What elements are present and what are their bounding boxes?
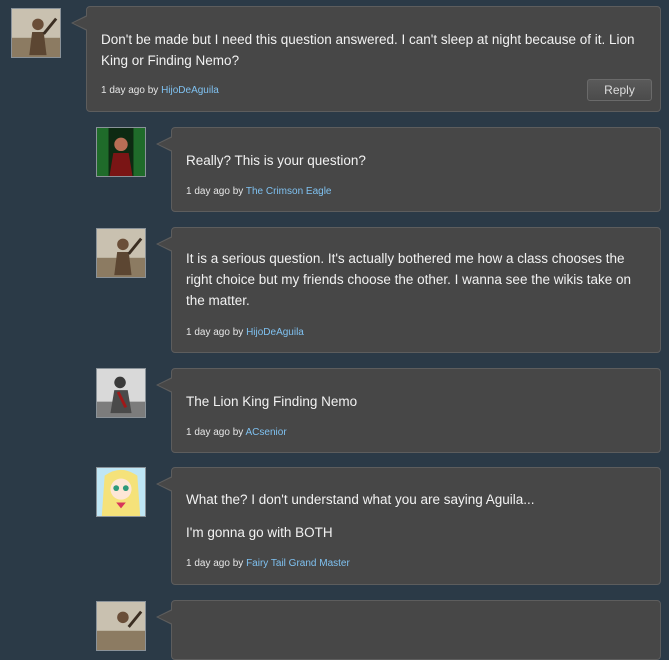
- avatar[interactable]: [96, 368, 146, 418]
- comment-paragraph: Really? This is your question?: [186, 153, 366, 168]
- user-avatar-icon: [97, 229, 145, 277]
- user-avatar-icon: [97, 128, 145, 176]
- comment-bubble: Really? This is your question? 1 day ago…: [156, 127, 661, 212]
- comment-text: The Lion King Finding Nemo: [186, 391, 646, 412]
- comment-by: by: [232, 186, 244, 197]
- comment-by: by: [232, 327, 244, 338]
- comment-bubble: It is a serious question. It's actually …: [156, 227, 661, 353]
- user-avatar-icon: [97, 468, 145, 516]
- comment-time: 1 day ago: [186, 558, 230, 569]
- comment-time: 1 day ago: [186, 327, 230, 338]
- comment-meta: 1 day ago by HijoDeAguila: [186, 327, 646, 338]
- comment-time: 1 day ago: [186, 427, 230, 438]
- comment-time: 1 day ago: [186, 186, 230, 197]
- comment-time: 1 day ago: [101, 85, 145, 96]
- avatar[interactable]: [96, 228, 146, 278]
- user-avatar-icon: [12, 9, 60, 57]
- comment-text: It is a serious question. It's actually …: [186, 248, 646, 311]
- comment-bubble: What the? I don't understand what you ar…: [156, 467, 661, 585]
- comment-paragraph: I'm gonna go with BOTH: [186, 525, 333, 540]
- comment-text: What the? I don't understand what you ar…: [186, 489, 646, 543]
- user-avatar-icon: [97, 369, 145, 417]
- comment-meta: 1 day ago by ACsenior: [186, 427, 646, 438]
- avatar[interactable]: [96, 467, 146, 517]
- comment-bubble: Don't be made but I need this question a…: [71, 6, 661, 112]
- comment-text: Don't be made but I need this question a…: [101, 29, 646, 71]
- user-avatar-icon: [97, 602, 145, 650]
- comment-by: by: [147, 85, 159, 96]
- author-link[interactable]: The Crimson Eagle: [246, 186, 332, 197]
- reply-button[interactable]: Reply: [587, 79, 652, 101]
- author-link[interactable]: Fairy Tail Grand Master: [246, 558, 350, 569]
- comment-paragraph: What the? I don't understand what you ar…: [186, 492, 535, 507]
- comment-bubble: The Lion King Finding Nemo 1 day ago by …: [156, 368, 661, 453]
- comment-bubble: [156, 600, 661, 660]
- author-link[interactable]: HijoDeAguila: [161, 85, 219, 96]
- comment-meta: 1 day ago by HijoDeAguila: [101, 85, 646, 96]
- comment-meta: 1 day ago by The Crimson Eagle: [186, 186, 646, 197]
- avatar[interactable]: [96, 127, 146, 177]
- author-link[interactable]: ACsenior: [246, 427, 287, 438]
- comment-by: by: [232, 558, 244, 569]
- avatar[interactable]: [96, 601, 146, 651]
- author-link[interactable]: HijoDeAguila: [246, 327, 304, 338]
- comment-by: by: [232, 427, 244, 438]
- comment-paragraph: The Lion King Finding Nemo: [186, 394, 358, 409]
- comment-meta: 1 day ago by Fairy Tail Grand Master: [186, 558, 646, 569]
- comment-text: Really? This is your question?: [186, 150, 646, 171]
- comment-paragraph: It is a serious question. It's actually …: [186, 251, 631, 308]
- avatar[interactable]: [11, 8, 61, 58]
- comment-paragraph: Don't be made but I need this question a…: [101, 32, 635, 68]
